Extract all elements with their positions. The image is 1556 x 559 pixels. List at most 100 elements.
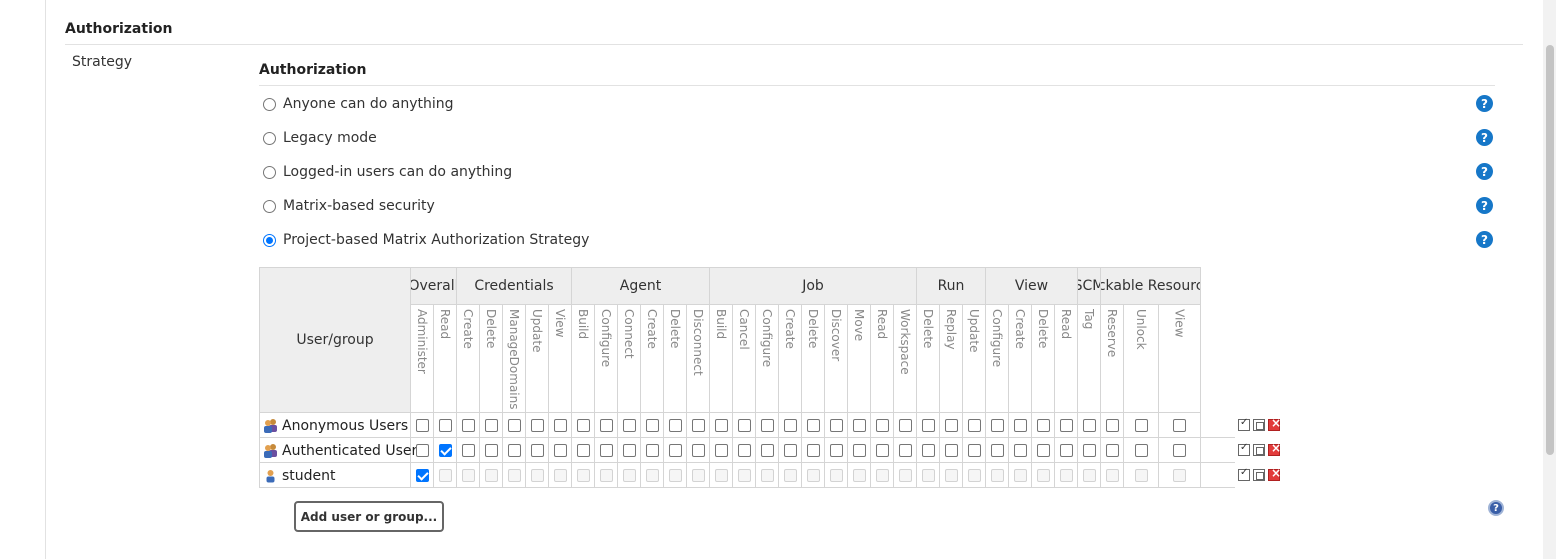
- permission-checkbox[interactable]: [461, 444, 475, 457]
- permission-checkbox[interactable]: [875, 419, 889, 432]
- permission-checkbox[interactable]: [691, 419, 705, 432]
- permission-checkbox[interactable]: [944, 444, 958, 457]
- permission-checkbox[interactable]: [1059, 419, 1073, 432]
- strategy-radio[interactable]: [263, 131, 276, 145]
- permission-checkbox[interactable]: [622, 444, 636, 457]
- remove-icon[interactable]: [1268, 466, 1281, 481]
- permission-checkbox[interactable]: [806, 444, 820, 457]
- permission-checkbox[interactable]: [714, 444, 728, 457]
- remove-icon[interactable]: [1268, 441, 1281, 456]
- strategy-radio[interactable]: [263, 199, 276, 213]
- help-icon[interactable]: ?: [1476, 197, 1493, 214]
- permission-checkbox[interactable]: [760, 444, 774, 457]
- permission-checkbox[interactable]: [806, 419, 820, 432]
- permission-checkbox[interactable]: [898, 444, 912, 457]
- permission-checkbox[interactable]: [691, 444, 705, 457]
- permission-checkbox[interactable]: [1105, 444, 1119, 457]
- permission-checkbox[interactable]: [622, 419, 636, 432]
- permission-checkbox[interactable]: [438, 444, 452, 457]
- permission-checkbox[interactable]: [1105, 419, 1119, 432]
- permission-checkbox[interactable]: [576, 444, 590, 457]
- select-all-icon[interactable]: [1238, 417, 1250, 431]
- permission-checkbox[interactable]: [415, 444, 429, 457]
- permission-checkbox[interactable]: [438, 419, 452, 432]
- permission-checkbox[interactable]: [737, 444, 751, 457]
- permission-checkbox[interactable]: [714, 419, 728, 432]
- permission-checkbox[interactable]: [415, 469, 429, 482]
- help-icon[interactable]: ?: [1488, 500, 1504, 516]
- permission-checkbox[interactable]: [668, 444, 682, 457]
- permission-checkbox[interactable]: [1036, 419, 1050, 432]
- strategy-radio[interactable]: [263, 165, 276, 179]
- permission-checkbox[interactable]: [1013, 444, 1027, 457]
- permission-checkbox[interactable]: [645, 444, 659, 457]
- permission-checkbox[interactable]: [1082, 444, 1096, 457]
- unselect-all-icon[interactable]: [1253, 444, 1265, 456]
- permission-checkbox[interactable]: [875, 444, 889, 457]
- permission-checkbox[interactable]: [1013, 419, 1027, 432]
- permission-checkbox[interactable]: [1173, 444, 1186, 457]
- permission-checkbox[interactable]: [852, 419, 866, 432]
- permission-checkbox[interactable]: [507, 444, 521, 457]
- permission-checkbox[interactable]: [829, 444, 843, 457]
- help-icon[interactable]: ?: [1476, 231, 1493, 248]
- permission-checkbox[interactable]: [829, 419, 843, 432]
- permission-checkbox[interactable]: [553, 419, 567, 432]
- permission-checkbox[interactable]: [530, 419, 544, 432]
- permission-checkbox[interactable]: [1082, 419, 1096, 432]
- permission-checkbox[interactable]: [967, 444, 981, 457]
- permission-checkbox[interactable]: [990, 444, 1004, 457]
- help-icon[interactable]: ?: [1476, 129, 1493, 146]
- select-all-icon[interactable]: [1238, 442, 1250, 456]
- permission-checkbox[interactable]: [898, 419, 912, 432]
- remove-icon[interactable]: [1268, 416, 1281, 431]
- strategy-radio[interactable]: [263, 233, 276, 247]
- select-all-icon[interactable]: [1238, 467, 1250, 481]
- help-icon[interactable]: ?: [1476, 95, 1493, 112]
- permission-checkbox[interactable]: [461, 419, 475, 432]
- permission-checkbox[interactable]: [484, 419, 498, 432]
- permission-checkbox[interactable]: [668, 419, 682, 432]
- strategy-option[interactable]: Legacy mode: [263, 129, 377, 147]
- permission-label: Update: [967, 309, 981, 353]
- permission-checkbox[interactable]: [1134, 444, 1148, 457]
- permission-checkbox[interactable]: [990, 419, 1004, 432]
- permission-checkbox[interactable]: [645, 419, 659, 432]
- permission-cell: [1101, 438, 1124, 463]
- permission-cell: [526, 463, 549, 488]
- permission-checkbox[interactable]: [1036, 444, 1050, 457]
- unselect-all-icon[interactable]: [1253, 419, 1265, 431]
- help-icon[interactable]: ?: [1476, 163, 1493, 180]
- permission-checkbox[interactable]: [553, 444, 567, 457]
- permission-checkbox[interactable]: [415, 419, 429, 432]
- strategy-option[interactable]: Project-based Matrix Authorization Strat…: [263, 231, 589, 249]
- permission-checkbox[interactable]: [484, 444, 498, 457]
- permission-checkbox[interactable]: [852, 444, 866, 457]
- permission-checkbox[interactable]: [783, 419, 797, 432]
- permission-checkbox[interactable]: [530, 444, 544, 457]
- strategy-option[interactable]: Matrix-based security: [263, 197, 435, 215]
- strategy-option[interactable]: Logged-in users can do anything: [263, 163, 512, 181]
- scrollbar-thumb[interactable]: [1546, 45, 1554, 455]
- strategy-option[interactable]: Anyone can do anything: [263, 95, 454, 113]
- permission-label: Create: [1013, 309, 1027, 349]
- strategy-radio[interactable]: [263, 97, 276, 111]
- permission-checkbox[interactable]: [760, 419, 774, 432]
- permission-cell: [1101, 463, 1124, 488]
- add-user-or-group-button[interactable]: Add user or group...: [294, 501, 444, 532]
- permission-checkbox[interactable]: [944, 419, 958, 432]
- permission-checkbox[interactable]: [1059, 444, 1073, 457]
- permission-checkbox[interactable]: [921, 419, 935, 432]
- permission-checkbox[interactable]: [1173, 419, 1186, 432]
- permission-checkbox[interactable]: [921, 444, 935, 457]
- permission-cell: [802, 463, 825, 488]
- unselect-all-icon[interactable]: [1253, 469, 1265, 481]
- permission-checkbox[interactable]: [783, 444, 797, 457]
- permission-checkbox[interactable]: [599, 419, 613, 432]
- permission-checkbox[interactable]: [576, 419, 590, 432]
- permission-checkbox[interactable]: [507, 419, 521, 432]
- permission-checkbox[interactable]: [737, 419, 751, 432]
- permission-checkbox[interactable]: [967, 419, 981, 432]
- permission-checkbox[interactable]: [599, 444, 613, 457]
- permission-checkbox[interactable]: [1134, 419, 1148, 432]
